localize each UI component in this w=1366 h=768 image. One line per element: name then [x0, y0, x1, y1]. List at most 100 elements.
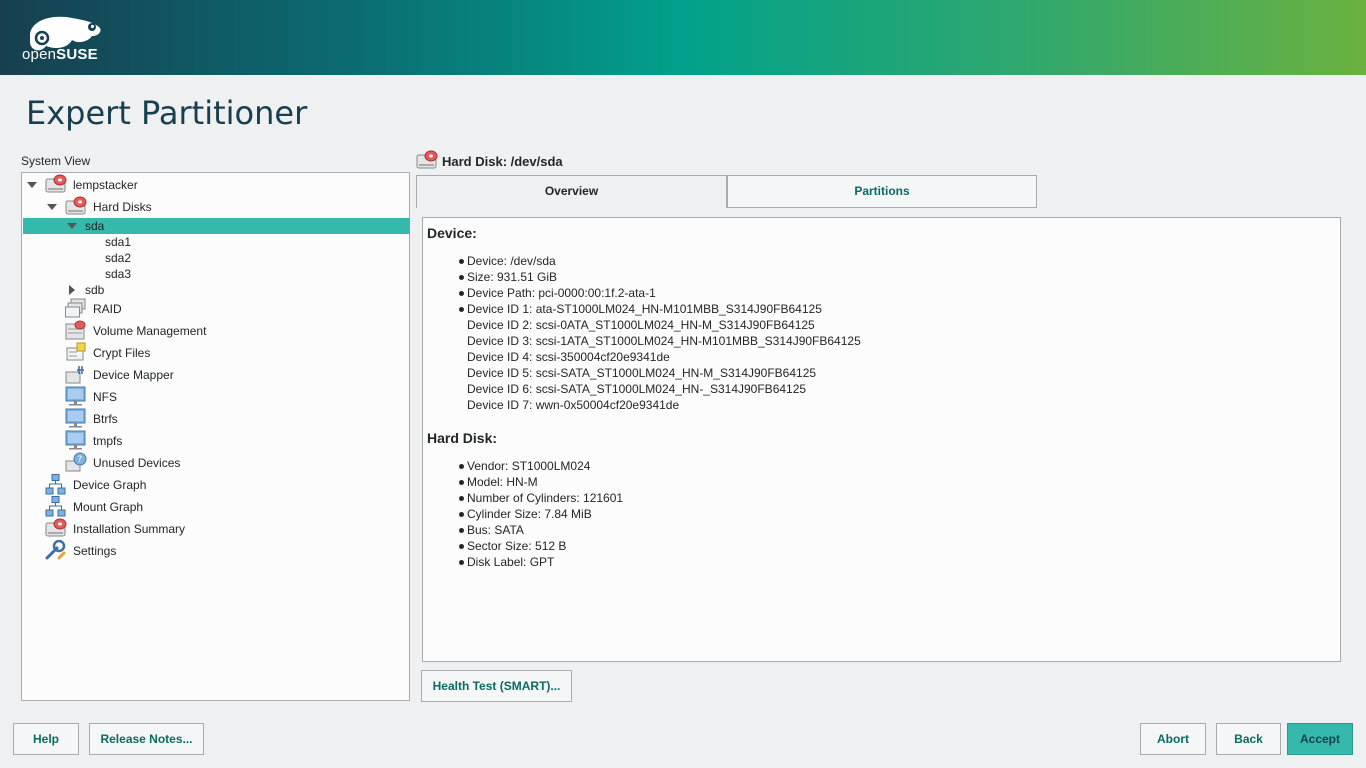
device-info-item: Device ID 6: scsi-SATA_ST1000LM024_HN-_S… [467, 382, 807, 396]
hard-disk-info-item: Disk Label: GPT [467, 555, 555, 569]
bullet [459, 528, 464, 533]
tree-item-label: tmpfs [93, 434, 123, 448]
tree-item-label: Settings [73, 544, 117, 558]
settings-icon [45, 540, 66, 560]
device-info-item: Device ID 1: ata-ST1000LM024_HN-M101MBB_… [467, 302, 822, 316]
tree-item-btrfs[interactable]: Btrfs [22, 408, 402, 428]
tree-item-label: Unused Devices [93, 456, 181, 470]
tree-item-tmpfs[interactable]: tmpfs [22, 430, 402, 450]
device-info-item: Device ID 4: scsi-350004cf20e9341de [467, 350, 670, 364]
overview-panel: Device: Device: /dev/sda Size: 931.51 Gi… [422, 217, 1341, 662]
detail-header-title: Hard Disk: /dev/sda [442, 154, 563, 169]
tree-item-sdb[interactable]: sdb [22, 282, 402, 298]
tree-item-label: Mount Graph [73, 500, 144, 514]
tree-item-label: Btrfs [93, 412, 118, 426]
tree-item-sda[interactable]: sda [22, 218, 402, 234]
back-button[interactable]: Back [1216, 723, 1281, 755]
crypt-files-icon [66, 342, 86, 361]
hard-disk-section-title: Hard Disk: [427, 430, 498, 446]
tree-item-sda3[interactable]: sda3 [22, 266, 402, 282]
device-info-item: Device ID 7: wwn-0x50004cf20e9341de [467, 398, 680, 412]
hard-disk-info-item: Number of Cylinders: 121601 [467, 491, 624, 505]
device-graph-icon [45, 474, 66, 495]
tree-item-label: Device Mapper [93, 368, 174, 382]
bullet [459, 464, 464, 469]
tree-item-label: RAID [93, 302, 122, 316]
system-view-label: System View [21, 154, 91, 168]
installation-summary-icon [45, 518, 67, 537]
tree-item-label: sda1 [105, 235, 132, 249]
opensuse-wordmark: openSUSE [22, 46, 98, 63]
device-section-title: Device: [427, 225, 477, 241]
raid-icon [65, 298, 86, 318]
volume-management-icon [65, 320, 86, 340]
tree-item-label: Crypt Files [93, 346, 151, 360]
hard-disk-info-item: Model: HN-M [467, 475, 538, 489]
system-view-tree[interactable]: lempstacker Hard Disks sda sda1 sda2 sda… [21, 172, 410, 701]
hard-disk-icon [45, 174, 67, 193]
bullet [459, 275, 464, 280]
hard-disk-icon [65, 196, 87, 215]
unused-devices-icon: ? [65, 452, 87, 472]
page-title: Expert Partitioner [26, 94, 308, 132]
device-info-item: Device Path: pci-0000:00:1f.2-ata-1 [467, 286, 656, 300]
tree-item-mount-graph[interactable]: Mount Graph [22, 496, 402, 517]
nfs-icon [65, 386, 86, 406]
tree-item-lempstacker[interactable]: lempstacker [22, 174, 402, 193]
expand-arrow-down-icon[interactable] [27, 182, 37, 188]
tree-item-device-mapper[interactable]: Device Mapper [22, 366, 402, 384]
help-button[interactable]: Help [13, 723, 79, 755]
tree-item-label: Hard Disks [93, 200, 152, 214]
tree-item-nfs[interactable]: NFS [22, 386, 402, 406]
tree-item-hard-disks[interactable]: Hard Disks [22, 196, 402, 215]
tree-item-device-graph[interactable]: Device Graph [22, 474, 402, 495]
bullet [459, 560, 464, 565]
tree-item-label: sda3 [105, 267, 132, 281]
bullet [459, 480, 464, 485]
tree-item-crypt-files[interactable]: Crypt Files [22, 342, 402, 361]
device-info-item: Device ID 3: scsi-1ATA_ST1000LM024_HN-M1… [467, 334, 861, 348]
svg-text:?: ? [78, 455, 83, 465]
tree-item-label: sdb [85, 283, 105, 297]
hard-disk-info-item: Vendor: ST1000LM024 [467, 459, 591, 473]
tree-item-label: Volume Management [93, 324, 207, 338]
hard-disk-info-item: Cylinder Size: 7.84 MiB [467, 507, 592, 521]
bullet [459, 512, 464, 517]
bullet [459, 259, 464, 264]
mount-graph-icon [45, 496, 66, 517]
release-notes-button[interactable]: Release Notes... [89, 723, 204, 755]
tree-item-sda2[interactable]: sda2 [22, 250, 402, 266]
header-banner: openSUSE [0, 0, 1366, 75]
bullet [459, 307, 464, 312]
tree-item-label: sda [85, 219, 105, 233]
tmpfs-icon [65, 430, 86, 450]
tree-item-volume-management[interactable]: Volume Management [22, 320, 402, 340]
expand-arrow-right-icon[interactable] [69, 285, 75, 295]
device-info-item: Size: 931.51 GiB [467, 270, 558, 284]
tab-partitions[interactable]: Partitions [727, 175, 1037, 208]
accept-button[interactable]: Accept [1287, 723, 1353, 755]
expand-arrow-down-icon[interactable] [47, 204, 57, 210]
tree-item-installation-summary[interactable]: Installation Summary [22, 518, 402, 537]
tree-item-label: sda2 [105, 251, 132, 265]
bullet [459, 544, 464, 549]
expand-arrow-down-icon[interactable] [67, 223, 77, 229]
tab-overview[interactable]: Overview [416, 175, 727, 208]
hard-disk-info-item: Sector Size: 512 B [467, 539, 567, 553]
tree-item-label: Installation Summary [73, 522, 186, 536]
btrfs-icon [65, 408, 86, 428]
hard-disk-icon [416, 150, 438, 169]
abort-button[interactable]: Abort [1140, 723, 1206, 755]
health-test-button[interactable]: Health Test (SMART)... [421, 670, 572, 702]
tree-item-settings[interactable]: Settings [22, 540, 402, 560]
tree-item-label: NFS [93, 390, 117, 404]
device-mapper-icon [65, 366, 84, 384]
tree-item-raid[interactable]: RAID [22, 298, 402, 318]
hard-disk-info-item: Bus: SATA [467, 523, 524, 537]
device-info-item: Device ID 5: scsi-SATA_ST1000LM024_HN-M_… [467, 366, 817, 380]
tree-item-sda1[interactable]: sda1 [22, 234, 402, 250]
device-info-item: Device ID 2: scsi-0ATA_ST1000LM024_HN-M_… [467, 318, 815, 332]
device-info-item: Device: /dev/sda [467, 254, 556, 268]
bullet [459, 291, 464, 296]
tree-item-unused-devices[interactable]: ? Unused Devices [22, 452, 402, 472]
